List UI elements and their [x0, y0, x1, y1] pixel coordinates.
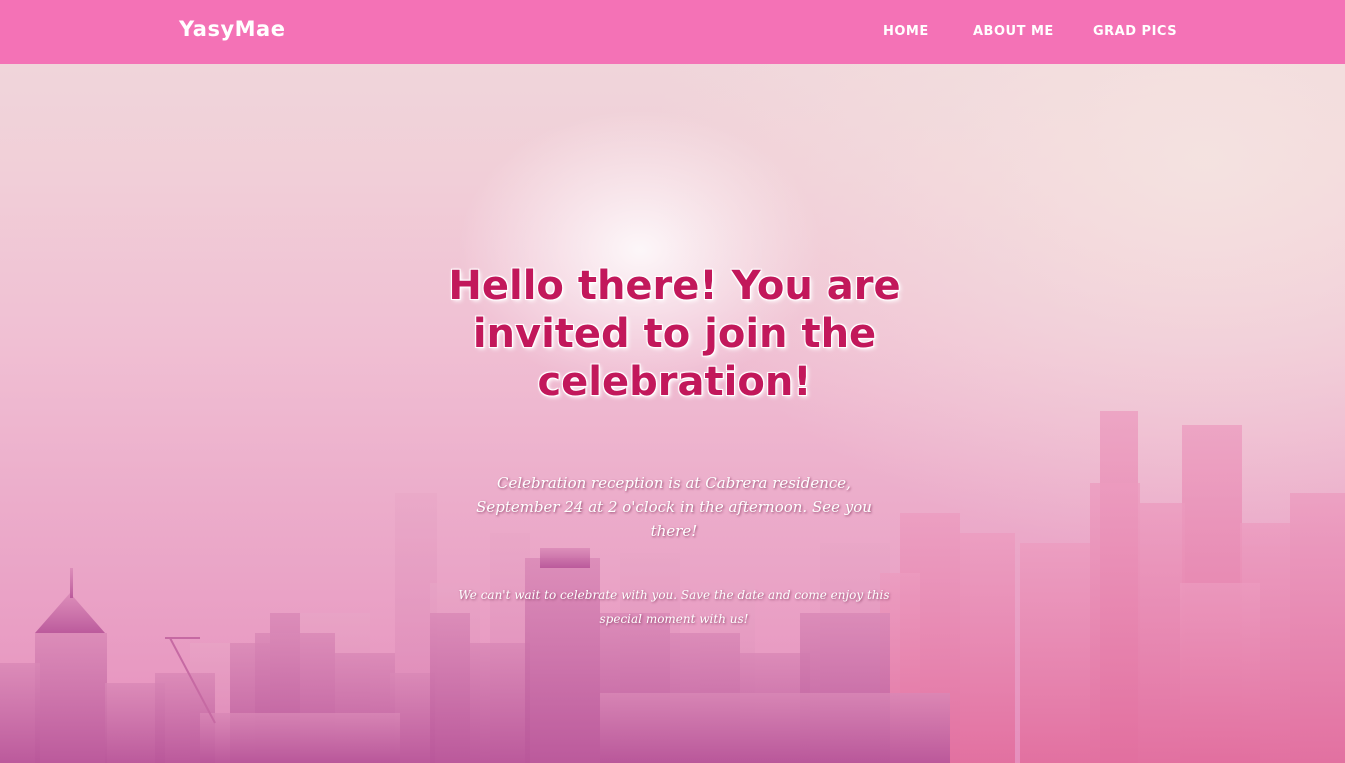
- nav-home-link[interactable]: HOME: [883, 24, 929, 39]
- nav-about-me-link[interactable]: ABOUT ME: [973, 24, 1054, 39]
- celebration-details: Celebration reception is at Cabrera resi…: [476, 474, 872, 540]
- hero-content: Hello there! You are invited to join the…: [0, 0, 1345, 763]
- nav-links: HOME ABOUT ME GRAD PICS: [0, 24, 1345, 44]
- nav-grad-pics-link[interactable]: GRAD PICS: [1093, 24, 1177, 39]
- hero-headline: Hello there! You are invited to join the…: [448, 263, 901, 405]
- top-navbar: YasyMae HOME ABOUT ME GRAD PICS: [0, 0, 1345, 64]
- hero-tagline: We can't wait to celebrate with you. Sav…: [458, 588, 890, 626]
